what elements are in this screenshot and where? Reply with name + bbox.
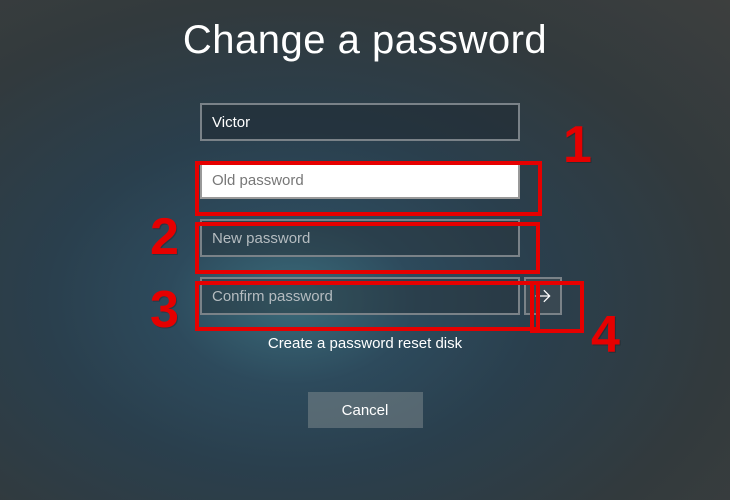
- submit-button[interactable]: [524, 277, 562, 315]
- username-value: Victor: [212, 114, 250, 131]
- reset-disk-link[interactable]: Create a password reset disk: [200, 335, 530, 352]
- page-title: Change a password: [183, 18, 547, 63]
- new-password-input[interactable]: [200, 219, 520, 257]
- confirm-password-input[interactable]: [200, 277, 520, 315]
- password-form: Victor Create a password reset disk: [200, 103, 530, 392]
- old-password-input[interactable]: [200, 161, 520, 199]
- cancel-button[interactable]: Cancel: [308, 392, 423, 428]
- username-field: Victor: [200, 103, 520, 141]
- arrow-right-icon: [533, 286, 553, 306]
